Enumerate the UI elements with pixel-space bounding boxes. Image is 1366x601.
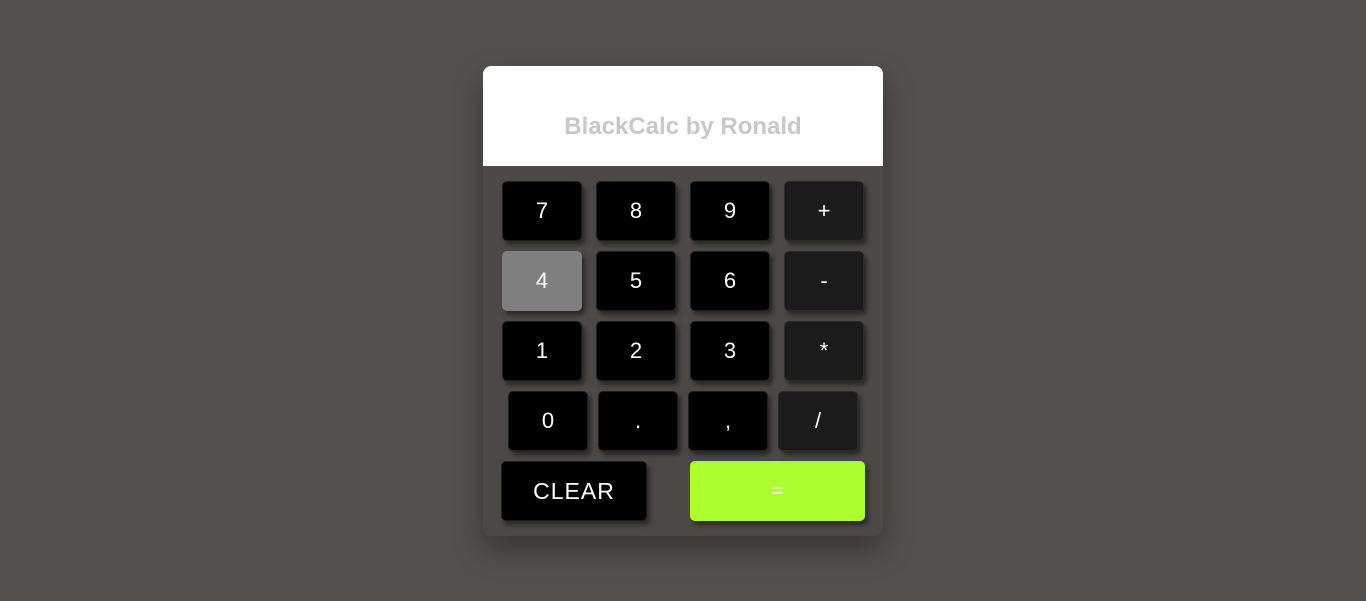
key-decimal-point[interactable]: . xyxy=(598,391,678,451)
key-comma[interactable]: , xyxy=(688,391,768,451)
key-multiply[interactable]: * xyxy=(784,321,864,381)
key-7[interactable]: 7 xyxy=(502,181,582,241)
key-plus[interactable]: + xyxy=(784,181,864,241)
key-5[interactable]: 5 xyxy=(596,251,676,311)
key-minus[interactable]: - xyxy=(784,251,864,311)
key-divide[interactable]: / xyxy=(778,391,858,451)
key-1[interactable]: 1 xyxy=(502,321,582,381)
equals-button[interactable]: = xyxy=(690,461,865,521)
calculator: BlackCalc by Ronald 7 8 9 + 4 5 6 - 1 2 … xyxy=(483,66,883,536)
display: BlackCalc by Ronald xyxy=(483,66,883,166)
key-3[interactable]: 3 xyxy=(690,321,770,381)
clear-button[interactable]: CLEAR xyxy=(501,461,647,521)
key-9[interactable]: 9 xyxy=(690,181,770,241)
display-text: BlackCalc by Ronald xyxy=(564,113,802,140)
key-2[interactable]: 2 xyxy=(596,321,676,381)
key-0[interactable]: 0 xyxy=(508,391,588,451)
key-4[interactable]: 4 xyxy=(502,251,582,311)
key-8[interactable]: 8 xyxy=(596,181,676,241)
key-6[interactable]: 6 xyxy=(690,251,770,311)
